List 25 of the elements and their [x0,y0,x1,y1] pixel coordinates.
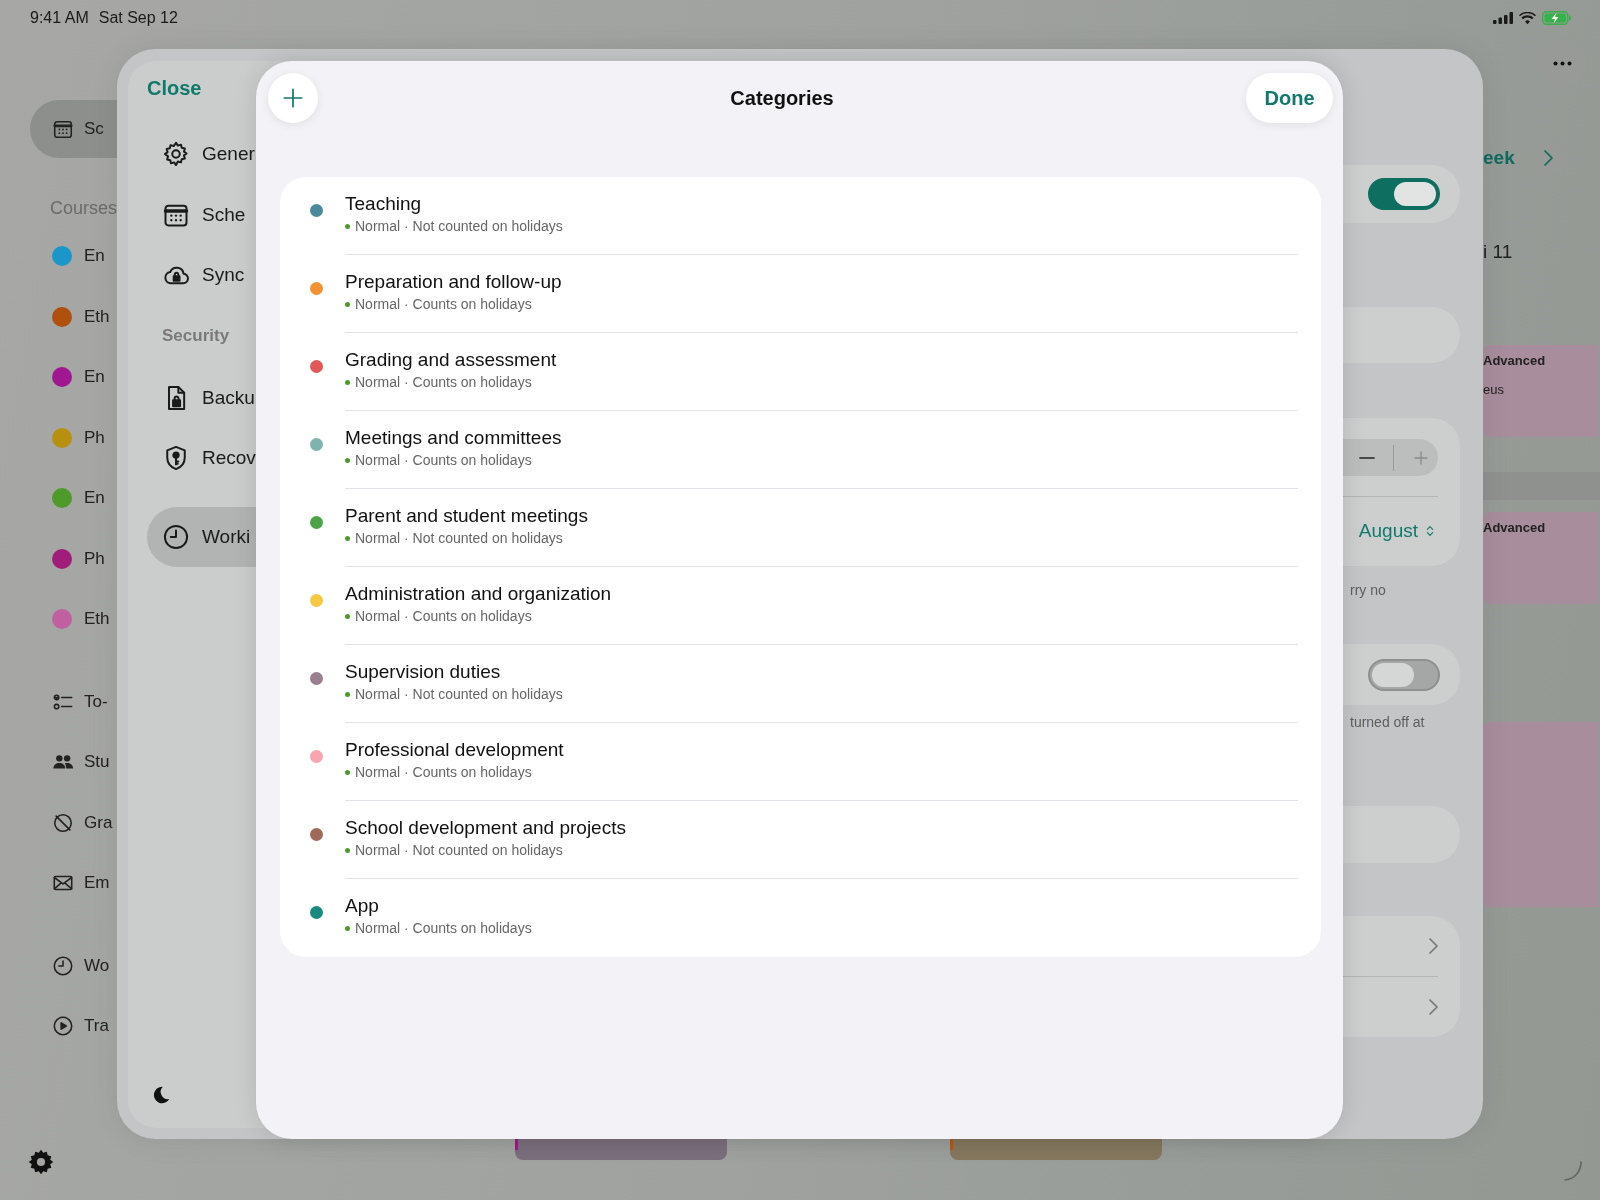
footnote-text: turned off at [1349,713,1426,732]
course-label: En [84,246,105,267]
category-detail: Normal · Counts on holidays [355,373,532,391]
section-header: Security [161,324,231,347]
course-label: Ph [84,427,105,448]
sheet-title: Categories [730,86,834,110]
status-time: 9:41 AM [30,9,89,27]
course-label: Ph [84,548,105,569]
category-detail: Normal · Counts on holidays [355,451,532,469]
category-detail: Normal · Counts on holidays [355,919,532,937]
course-label: Eth [84,306,110,327]
category-detail: Normal · Not counted on holidays [355,841,563,859]
category-detail: Normal · Not counted on holidays [355,217,563,235]
category-detail: Normal · Counts on holidays [355,607,532,625]
day-heading: i 11 [1483,240,1514,264]
status-date: Sat Sep 12 [98,9,178,27]
category-detail: Normal · Not counted on holidays [355,685,563,703]
category-detail: Normal · Counts on holidays [355,295,532,313]
category-detail: Normal · Counts on holidays [355,763,532,781]
footnote-text: rry no [1349,581,1387,600]
category-detail: Normal · Not counted on holidays [355,529,563,547]
section-header: Courses [49,197,117,220]
course-label: En [84,367,105,388]
course-label: Eth [84,609,110,630]
course-label: En [84,488,105,509]
